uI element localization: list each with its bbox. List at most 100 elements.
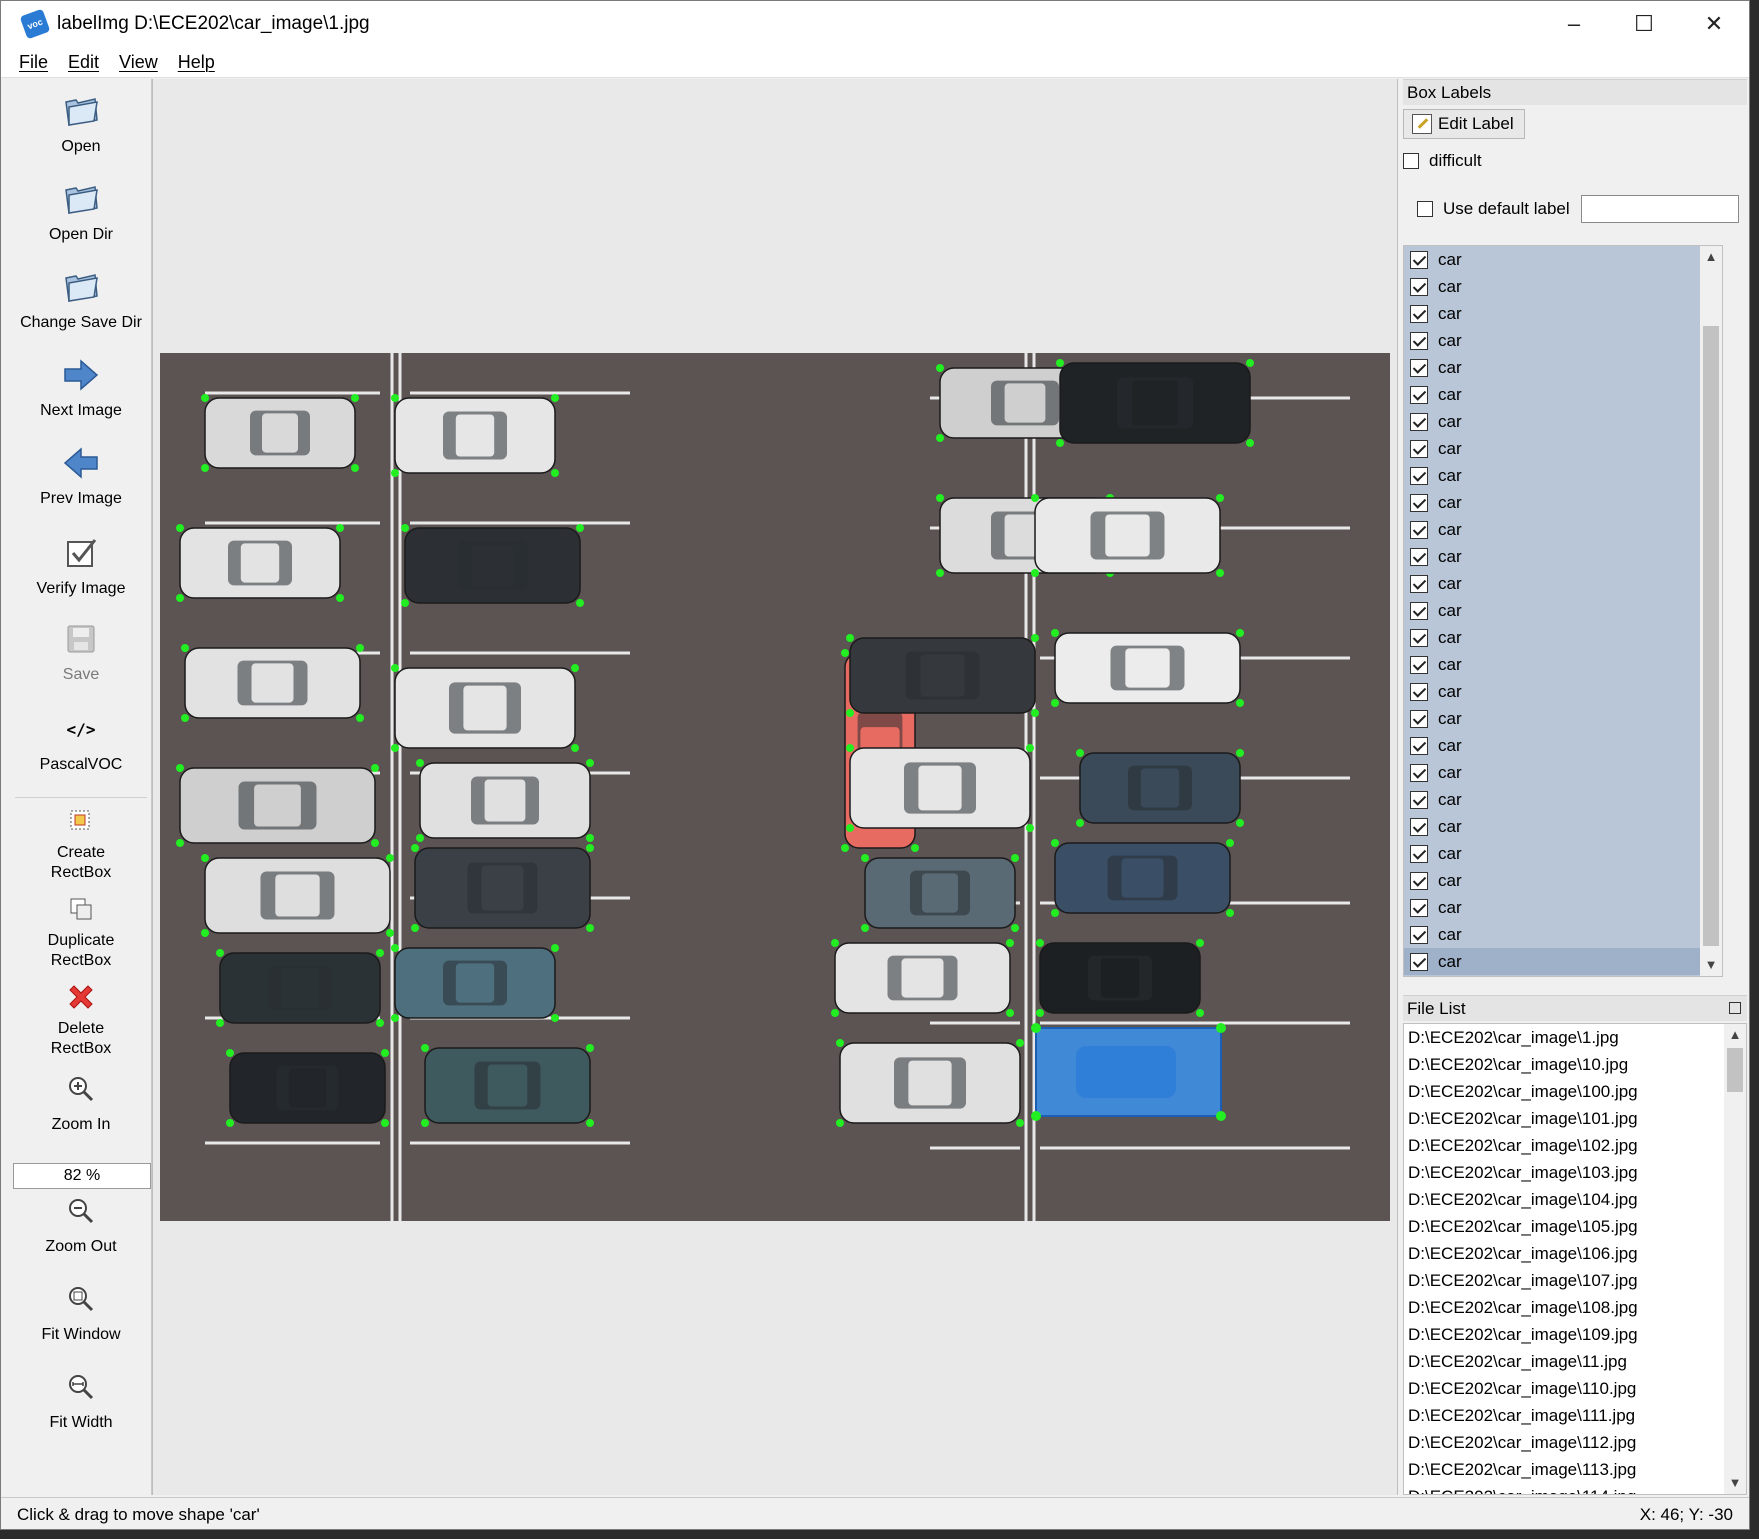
label-visible-checkbox[interactable]: [1410, 385, 1428, 404]
label-list-item[interactable]: car: [1404, 543, 1722, 570]
zoom-out-button[interactable]: Zoom Out: [11, 1191, 151, 1257]
duplicate-rectbox-button[interactable]: Duplicate RectBox: [11, 889, 151, 971]
label-list-item[interactable]: car: [1404, 921, 1722, 948]
file-list-item[interactable]: D:\ECE202\car_image\102.jpg: [1404, 1132, 1746, 1159]
label-visible-checkbox[interactable]: [1410, 655, 1428, 674]
file-list-item[interactable]: D:\ECE202\car_image\106.jpg: [1404, 1240, 1746, 1267]
label-visible-checkbox[interactable]: [1410, 439, 1428, 458]
label-list-item[interactable]: car: [1404, 867, 1722, 894]
file-list-item[interactable]: D:\ECE202\car_image\111.jpg: [1404, 1402, 1746, 1429]
label-visible-checkbox[interactable]: [1410, 331, 1428, 350]
label-visible-checkbox[interactable]: [1410, 709, 1428, 728]
delete-rectbox-button[interactable]: Delete RectBox: [11, 977, 151, 1059]
zoom-in-button[interactable]: Zoom In: [11, 1069, 151, 1135]
scrollbar-thumb[interactable]: [1703, 326, 1719, 946]
label-list-item[interactable]: car: [1404, 678, 1722, 705]
label-list-item[interactable]: car: [1404, 516, 1722, 543]
label-list-item[interactable]: car: [1404, 813, 1722, 840]
minimize-button[interactable]: –: [1539, 1, 1609, 47]
file-list-item[interactable]: D:\ECE202\car_image\104.jpg: [1404, 1186, 1746, 1213]
file-list-item[interactable]: D:\ECE202\car_image\108.jpg: [1404, 1294, 1746, 1321]
scroll-down-arrow-icon[interactable]: ▼: [1724, 1472, 1746, 1494]
label-list-item[interactable]: car: [1404, 894, 1722, 921]
label-list-item[interactable]: car: [1404, 786, 1722, 813]
zoom-percent-spinbox[interactable]: 82 %: [13, 1163, 151, 1189]
default-label-input[interactable]: [1581, 195, 1739, 223]
label-visible-checkbox[interactable]: [1410, 250, 1428, 269]
label-list-item[interactable]: car: [1404, 489, 1722, 516]
label-list-item[interactable]: car: [1404, 435, 1722, 462]
label-list-item[interactable]: car: [1404, 705, 1722, 732]
label-list-item[interactable]: car: [1404, 381, 1722, 408]
label-visible-checkbox[interactable]: [1410, 601, 1428, 620]
label-visible-checkbox[interactable]: [1410, 277, 1428, 296]
label-list-item[interactable]: car: [1404, 948, 1722, 975]
label-list-item[interactable]: car: [1404, 570, 1722, 597]
open-dir-button[interactable]: Open Dir: [11, 179, 151, 245]
file-list-item[interactable]: D:\ECE202\car_image\100.jpg: [1404, 1078, 1746, 1105]
menu-view[interactable]: View: [119, 52, 158, 73]
file-list-item[interactable]: D:\ECE202\car_image\11.jpg: [1404, 1348, 1746, 1375]
file-list-item[interactable]: D:\ECE202\car_image\1.jpg: [1404, 1024, 1746, 1051]
menu-help[interactable]: Help: [178, 52, 215, 73]
label-list-item[interactable]: car: [1404, 327, 1722, 354]
maximize-button[interactable]: ☐: [1609, 1, 1679, 47]
label-visible-checkbox[interactable]: [1410, 412, 1428, 431]
save-button[interactable]: Save: [11, 619, 151, 685]
label-visible-checkbox[interactable]: [1410, 574, 1428, 593]
label-list-item[interactable]: car: [1404, 273, 1722, 300]
label-list-item[interactable]: car: [1404, 732, 1722, 759]
label-visible-checkbox[interactable]: [1410, 358, 1428, 377]
label-visible-checkbox[interactable]: [1410, 844, 1428, 863]
change-save-dir-button[interactable]: Change Save Dir: [11, 267, 151, 333]
dock-float-icon[interactable]: [1729, 1002, 1741, 1014]
open-button[interactable]: Open: [11, 91, 151, 157]
label-list-item[interactable]: car: [1404, 651, 1722, 678]
file-list-item[interactable]: D:\ECE202\car_image\105.jpg: [1404, 1213, 1746, 1240]
label-visible-checkbox[interactable]: [1410, 898, 1428, 917]
label-visible-checkbox[interactable]: [1410, 817, 1428, 836]
label-visible-checkbox[interactable]: [1410, 304, 1428, 323]
use-default-label-checkbox[interactable]: [1417, 201, 1433, 217]
next-image-button[interactable]: Next Image: [11, 355, 151, 421]
difficult-checkbox[interactable]: [1403, 153, 1419, 169]
scroll-down-arrow-icon[interactable]: ▼: [1700, 954, 1722, 976]
label-visible-checkbox[interactable]: [1410, 952, 1428, 971]
label-visible-checkbox[interactable]: [1410, 736, 1428, 755]
format-toggle-button[interactable]: </> PascalVOC: [11, 709, 151, 775]
difficult-checkbox-row[interactable]: difficult: [1403, 151, 1482, 171]
label-visible-checkbox[interactable]: [1410, 790, 1428, 809]
scroll-up-arrow-icon[interactable]: ▲: [1724, 1024, 1746, 1046]
file-list-item[interactable]: D:\ECE202\car_image\101.jpg: [1404, 1105, 1746, 1132]
label-visible-checkbox[interactable]: [1410, 493, 1428, 512]
label-visible-checkbox[interactable]: [1410, 547, 1428, 566]
label-visible-checkbox[interactable]: [1410, 682, 1428, 701]
prev-image-button[interactable]: Prev Image: [11, 443, 151, 509]
file-list-item[interactable]: D:\ECE202\car_image\114.jpg: [1404, 1483, 1746, 1494]
file-list-scrollbar[interactable]: ▲ ▼: [1724, 1024, 1746, 1494]
label-list-item[interactable]: car: [1404, 408, 1722, 435]
menu-edit[interactable]: Edit: [68, 52, 99, 73]
scrollbar-thumb[interactable]: [1727, 1048, 1743, 1092]
label-list-item[interactable]: car: [1404, 354, 1722, 381]
label-list-item[interactable]: car: [1404, 462, 1722, 489]
title-bar[interactable]: voc labelImg D:\ECE202\car_image\1.jpg –…: [1, 1, 1749, 47]
label-list-item[interactable]: car: [1404, 300, 1722, 327]
verify-image-button[interactable]: Verify Image: [11, 533, 151, 599]
label-visible-checkbox[interactable]: [1410, 925, 1428, 944]
scroll-up-arrow-icon[interactable]: ▲: [1700, 246, 1722, 268]
file-list-item[interactable]: D:\ECE202\car_image\10.jpg: [1404, 1051, 1746, 1078]
file-list-item[interactable]: D:\ECE202\car_image\107.jpg: [1404, 1267, 1746, 1294]
label-list-scrollbar[interactable]: ▲ ▼: [1700, 246, 1722, 976]
file-list-item[interactable]: D:\ECE202\car_image\103.jpg: [1404, 1159, 1746, 1186]
label-list-item[interactable]: car: [1404, 759, 1722, 786]
label-list-item[interactable]: car: [1404, 246, 1722, 273]
label-list-item[interactable]: car: [1404, 624, 1722, 651]
label-list-item[interactable]: car: [1404, 597, 1722, 624]
label-list-item[interactable]: car: [1404, 840, 1722, 867]
file-list-item[interactable]: D:\ECE202\car_image\110.jpg: [1404, 1375, 1746, 1402]
label-visible-checkbox[interactable]: [1410, 763, 1428, 782]
fit-window-button[interactable]: Fit Window: [11, 1279, 151, 1345]
annotation-canvas[interactable]: [152, 79, 1398, 1495]
label-visible-checkbox[interactable]: [1410, 871, 1428, 890]
